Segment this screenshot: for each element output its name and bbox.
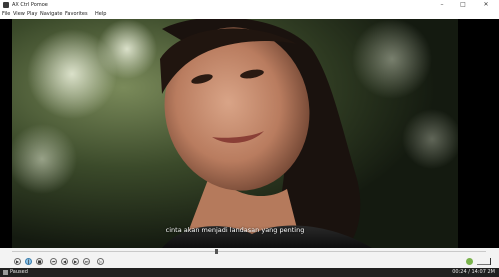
status-bar: Paused 00:24 / 14:07 2M [0, 268, 499, 277]
prev-icon: ⏮ [51, 259, 56, 264]
playback-state: Paused [10, 269, 28, 275]
volume-slider[interactable] [477, 264, 491, 265]
frame-step-icon: ▷ [98, 259, 103, 264]
play-button[interactable]: ▶ [14, 258, 21, 265]
subtitle-text: cinta akan menjadi landasan yang penting [165, 226, 305, 234]
video-image [12, 19, 458, 248]
close-button[interactable]: ✕ [476, 0, 496, 10]
minimize-button[interactable]: – [432, 0, 452, 10]
pause-button[interactable]: ‖ [25, 258, 32, 265]
forward-button[interactable]: ▶ [72, 258, 79, 265]
prev-button[interactable]: ⏮ [50, 258, 57, 265]
maximize-button[interactable]: □ [453, 0, 473, 10]
playback-time: 00:24 / 14:07 2M [452, 269, 495, 275]
frame-step-button[interactable]: ▷ [97, 258, 104, 265]
volume-thumb[interactable] [490, 258, 491, 265]
status-icon [3, 270, 8, 275]
stop-icon: ■ [37, 259, 42, 264]
menu-help[interactable]: Help [95, 10, 106, 19]
next-button[interactable]: ⏭ [83, 258, 90, 265]
window-title: AX Ctrl Pomoe [12, 2, 48, 8]
playback-controls: ▶ ‖ ■ ⏮ ◀ ▶ ⏭ ▷ [0, 255, 499, 268]
rewind-icon: ◀ [62, 259, 67, 264]
stop-button[interactable]: ■ [36, 258, 43, 265]
seek-bar[interactable] [0, 248, 499, 255]
seek-thumb[interactable] [214, 249, 218, 254]
seek-track[interactable] [12, 251, 486, 252]
forward-icon: ▶ [73, 259, 78, 264]
video-letterbox-left [0, 19, 12, 248]
speaker-icon[interactable] [466, 258, 473, 265]
title-bar: AX Ctrl Pomoe – □ ✕ [0, 0, 499, 10]
video-letterbox-right [458, 19, 499, 248]
next-icon: ⏭ [84, 259, 89, 264]
menu-bar: File View Play Navigate Favorites Help [0, 10, 499, 19]
menu-play[interactable]: Play [27, 10, 37, 19]
menu-view[interactable]: View [13, 10, 25, 19]
pause-icon: ‖ [27, 259, 30, 264]
menu-favorites[interactable]: Favorites [65, 10, 88, 19]
menu-navigate[interactable]: Navigate [40, 10, 62, 19]
play-icon: ▶ [15, 259, 20, 264]
app-icon [3, 2, 9, 8]
rewind-button[interactable]: ◀ [61, 258, 68, 265]
menu-file[interactable]: File [2, 10, 10, 19]
video-frame[interactable]: cinta akan menjadi landasan yang penting [12, 19, 458, 248]
